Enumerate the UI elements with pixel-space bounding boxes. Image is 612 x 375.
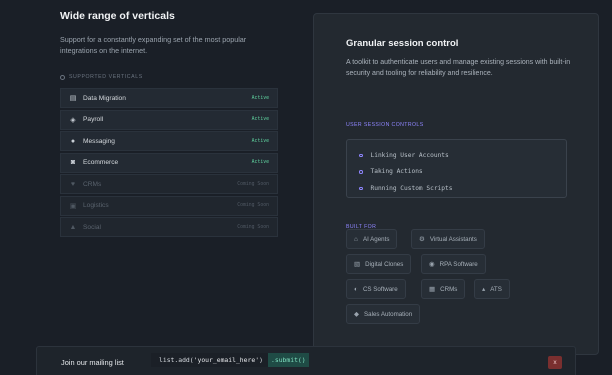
bullet-icon: [359, 186, 363, 190]
vertical-item[interactable]: ▤ Data Migration Active: [60, 88, 278, 108]
chip-label: CRMs: [440, 285, 458, 293]
built-for-chip[interactable]: ▧ Digital Clones: [346, 254, 412, 274]
vertical-label: Messaging: [83, 137, 115, 145]
chip-label: ATS: [490, 285, 502, 293]
vertical-item[interactable]: ● Messaging Active: [60, 131, 278, 151]
shop-icon: ◙: [70, 159, 76, 166]
verticals-title: Wide range of verticals: [60, 10, 175, 22]
panel-title: Granular session control: [346, 38, 459, 49]
status-badge: Active: [251, 160, 269, 165]
gear-icon: ⚙: [419, 236, 425, 243]
vertical-label: Ecommerce: [83, 159, 119, 166]
vertical-item[interactable]: ♥ CRMs Coming Soon: [60, 174, 278, 194]
truck-icon: ▣: [69, 202, 77, 210]
vertical-label: Social: [83, 223, 101, 231]
circle-icon: [60, 74, 65, 80]
chip-label: Sales Automation: [364, 310, 413, 318]
vertical-item[interactable]: ◈ Payroll Active: [60, 109, 278, 130]
handshake-icon: ♥: [70, 180, 76, 188]
headset-icon: ◐: [354, 285, 358, 293]
chip-label: AI Agents: [362, 235, 390, 243]
database-icon: ▤: [69, 95, 77, 102]
chip-label: Digital Clones: [365, 260, 404, 268]
rpa-icon: ◉: [429, 261, 435, 268]
vertical-label: Data Migration: [83, 94, 126, 102]
vertical-label: Payroll: [83, 116, 104, 123]
clone-icon: ▧: [354, 261, 361, 268]
built-for-chip[interactable]: ⚙ Virtual Assistants: [411, 229, 485, 249]
status-badge: Active: [251, 138, 269, 144]
mailing-list-bar: Join our mailing list list.add('your_ema…: [36, 346, 576, 375]
verticals-list: ▤ Data Migration Active ◈ Payroll Active ● Mess…: [60, 88, 278, 237]
submit-button[interactable]: .submit(): [268, 353, 309, 367]
chip-label: RPA Software: [439, 260, 478, 268]
vertical-item[interactable]: ◙ Ecommerce Active: [60, 152, 278, 173]
verticals-section: Wide range of verticals Support for a co…: [60, 10, 280, 239]
email-placeholder: 'your_email_here': [193, 356, 260, 364]
vertical-item[interactable]: ▲ Social Coming Soon: [60, 217, 278, 237]
vertical-item[interactable]: ▣ Logistics Coming Soon: [60, 195, 278, 216]
vertical-label: Logistics: [83, 202, 109, 209]
tag-icon: ◆: [354, 311, 359, 318]
status-badge: Active: [251, 95, 269, 101]
vertical-label: CRMs: [83, 180, 102, 188]
money-icon: ◈: [70, 116, 76, 124]
chip-label: CS Software: [362, 285, 398, 293]
built-for-chip[interactable]: ◉ RPA Software: [421, 254, 486, 274]
built-for-chip[interactable]: ◆ Sales Automation: [346, 304, 421, 324]
built-for-chip[interactable]: ▴ ATS: [474, 279, 510, 299]
status-badge: Active: [251, 117, 269, 122]
mailing-list-label: Join our mailing list: [61, 358, 124, 367]
users-icon: ▲: [69, 223, 77, 231]
built-for-chip[interactable]: ⌂ AI Agents: [346, 229, 398, 249]
grid-icon: ▦: [429, 286, 436, 293]
session-controls-box: Linking User Accounts Taking Actions Runni…: [346, 139, 567, 198]
verticals-description: Support for a constantly expanding set o…: [60, 35, 247, 55]
bullet-icon: [359, 153, 363, 157]
session-control-item: Linking User Accounts: [359, 147, 566, 164]
status-badge: Coming Soon: [237, 203, 269, 208]
built-for-chip[interactable]: ◐ CS Software: [346, 279, 406, 299]
chip-label: Virtual Assistants: [429, 235, 477, 243]
code-suffix: ): [259, 356, 263, 364]
status-badge: Coming Soon: [237, 181, 269, 187]
session-control-item: Running Custom Scripts: [359, 180, 566, 197]
status-badge: Coming Soon: [237, 224, 269, 230]
chat-icon: ●: [70, 137, 76, 145]
session-control-label: Running Custom Scripts: [370, 184, 453, 192]
session-control-panel: Granular session control A toolkit to au…: [313, 13, 599, 355]
supported-verticals-label: SUPPORTED VERTICALS: [60, 74, 280, 80]
bullet-icon: [359, 170, 363, 174]
session-control-item: Taking Actions: [359, 164, 566, 181]
person-icon: ▴: [482, 286, 486, 293]
user-session-controls-label: USER SESSION CONTROLS: [346, 122, 424, 128]
built-for-chip[interactable]: ▦ CRMs: [421, 279, 466, 299]
close-button[interactable]: x: [548, 356, 562, 369]
session-control-label: Taking Actions: [370, 168, 423, 176]
code-prefix: list.add(: [159, 356, 194, 364]
session-control-label: Linking User Accounts: [370, 151, 449, 159]
panel-description: A toolkit to authenticate users and mana…: [346, 59, 571, 77]
robot-icon: ⌂: [354, 235, 358, 243]
supported-verticals-text: SUPPORTED VERTICALS: [69, 74, 143, 80]
